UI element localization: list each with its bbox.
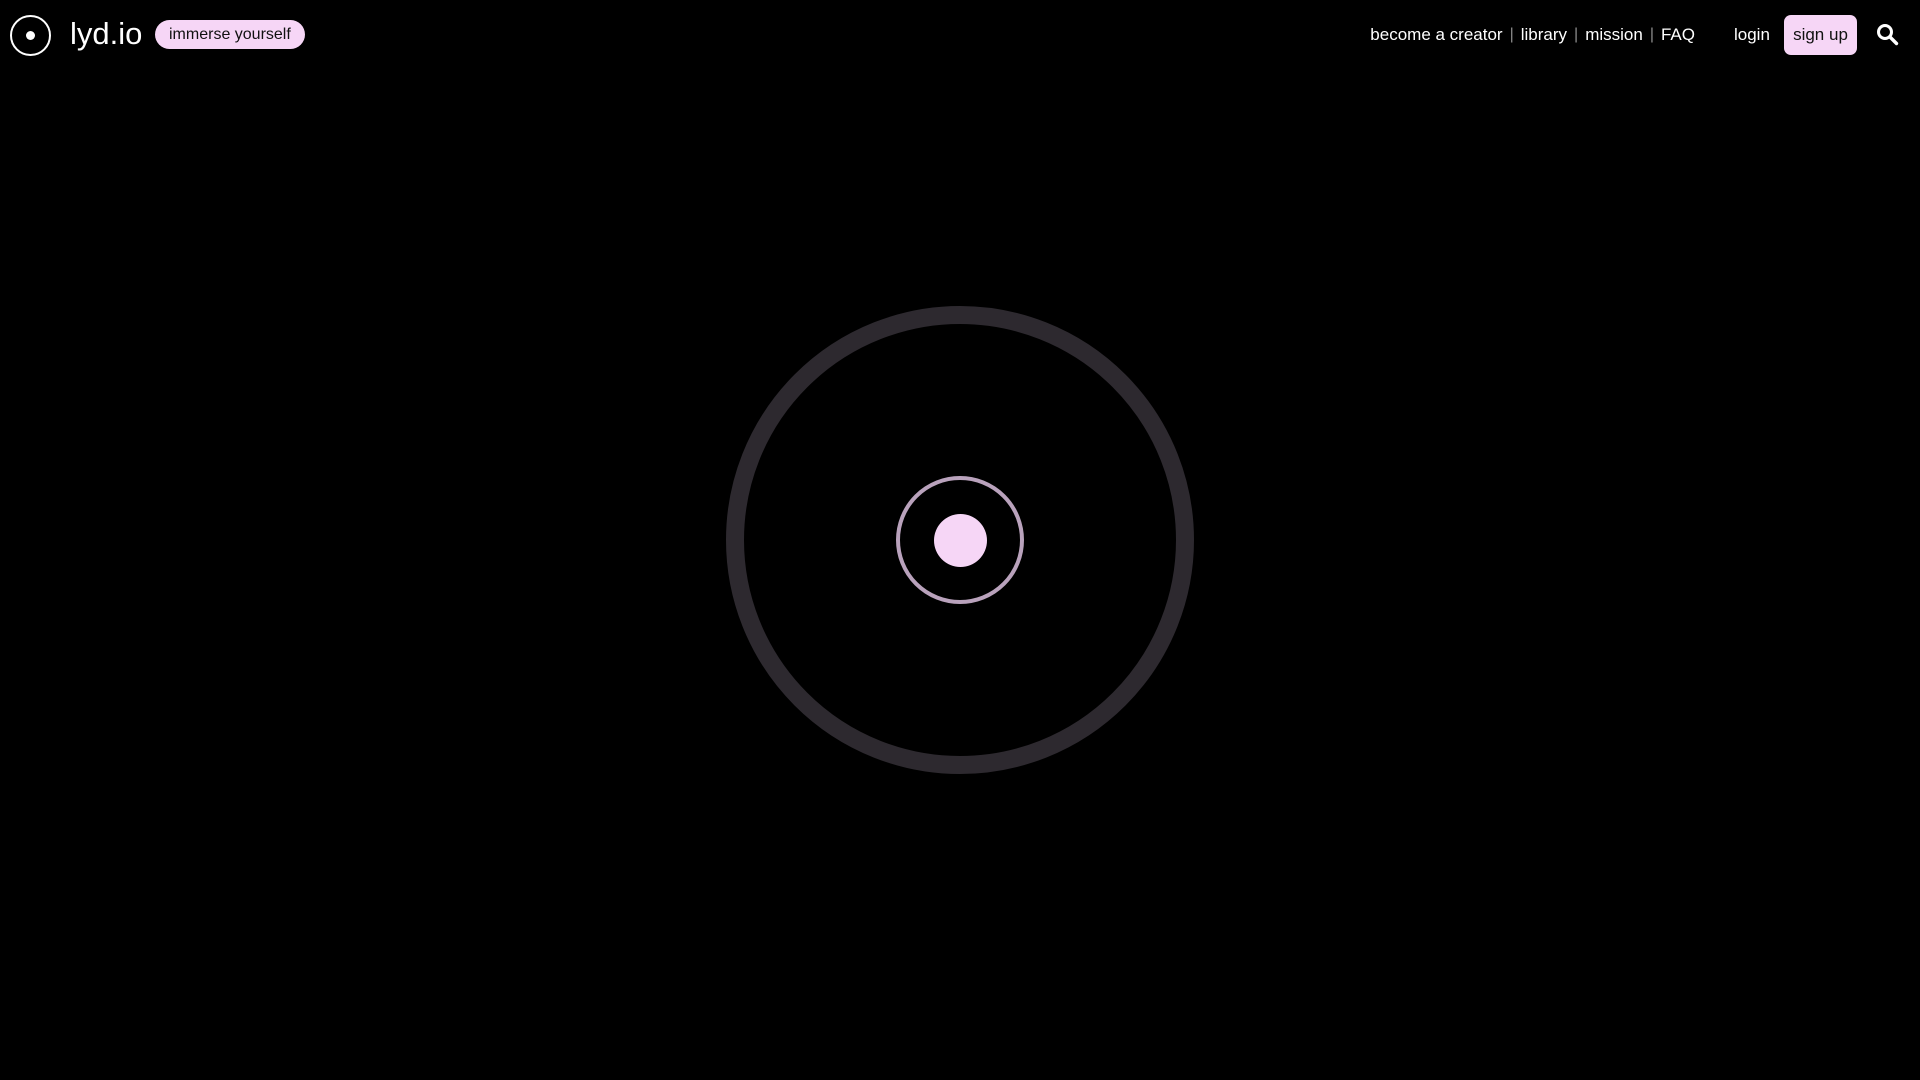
nav-item-mission[interactable]: mission	[1585, 24, 1643, 46]
tagline-pill[interactable]: immerse yourself	[155, 20, 305, 49]
sign-up-button[interactable]: sign up	[1784, 15, 1857, 55]
circle-dot-logo-icon[interactable]	[10, 15, 51, 56]
top-header: lyd.io immerse yourself become a creator…	[0, 0, 1920, 70]
nav-item-faq[interactable]: FAQ	[1661, 24, 1695, 46]
brand-name[interactable]: lyd.io	[70, 16, 142, 52]
main-nav: become a creator | library | mission | F…	[1370, 24, 1695, 46]
logo-dot	[26, 31, 35, 40]
nav-item-become-a-creator[interactable]: become a creator	[1370, 24, 1502, 46]
nav-separator: |	[1574, 26, 1579, 43]
nav-item-library[interactable]: library	[1521, 24, 1567, 46]
login-link[interactable]: login	[1734, 24, 1770, 46]
immersive-player	[726, 306, 1194, 774]
search-icon[interactable]	[1875, 22, 1899, 46]
nav-separator: |	[1509, 26, 1514, 43]
nav-separator: |	[1649, 26, 1654, 43]
play-dot-icon[interactable]	[934, 514, 987, 567]
